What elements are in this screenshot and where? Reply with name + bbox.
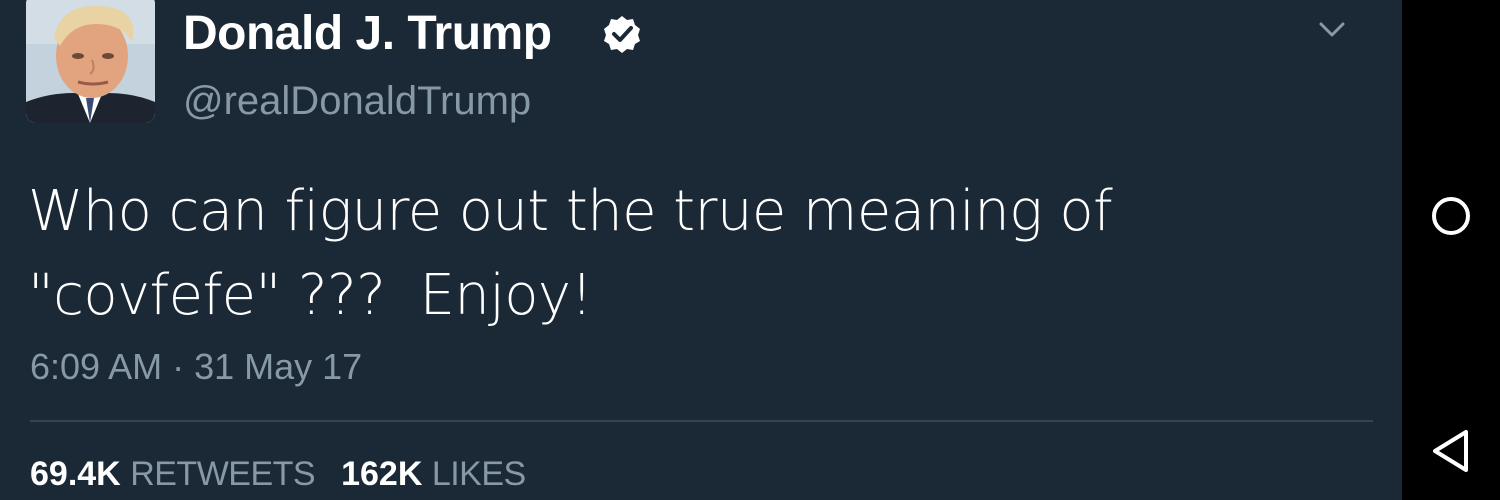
tweet-text: Who can figure out the true meaning of "… <box>28 179 1113 328</box>
tweet-date: 31 May 17 <box>194 346 363 387</box>
home-circle-icon[interactable] <box>1402 192 1500 240</box>
timestamp-separator: · <box>162 346 195 387</box>
likes-count: 162K <box>341 455 423 493</box>
screen: Donald J. Trump @realDonaldTrump Who can… <box>0 0 1500 500</box>
avatar-image <box>26 0 155 123</box>
android-nav-bar <box>1402 0 1500 500</box>
retweets-label: RETWEETS <box>130 455 316 493</box>
likes-label: LIKES <box>431 455 526 493</box>
avatar[interactable] <box>26 0 155 123</box>
tweet-time: 6:09 AM <box>30 346 163 387</box>
divider <box>30 420 1373 422</box>
tweet-timestamp[interactable]: 6:09 AM · 31 May 17 <box>30 346 362 388</box>
recents-icon[interactable] <box>1402 0 1500 10</box>
author-handle[interactable]: @realDonaldTrump <box>183 78 531 124</box>
verified-badge-icon <box>602 14 642 54</box>
retweets-count: 69.4K <box>30 455 121 493</box>
author-name[interactable]: Donald J. Trump <box>183 6 552 62</box>
likes-stat[interactable]: 162K LIKES <box>341 455 526 493</box>
retweets-stat[interactable]: 69.4K RETWEETS <box>30 455 316 493</box>
tweet-stats: 69.4K RETWEETS 162K LIKES <box>30 454 526 494</box>
back-triangle-icon[interactable] <box>1402 426 1500 476</box>
chevron-down-icon[interactable] <box>1318 18 1346 40</box>
tweet-card[interactable]: Donald J. Trump @realDonaldTrump Who can… <box>0 0 1402 500</box>
